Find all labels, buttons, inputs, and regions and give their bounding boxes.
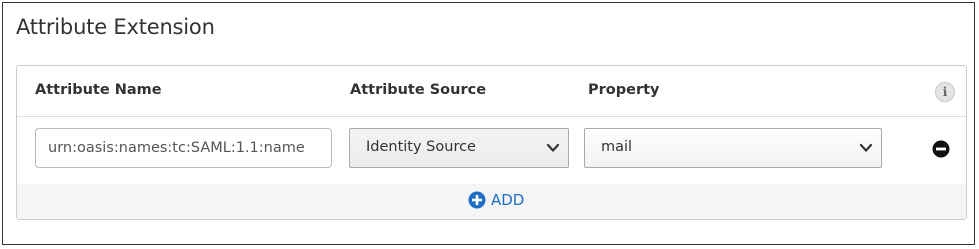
chevron-down-icon	[546, 143, 560, 152]
attribute-name-input[interactable]	[35, 128, 332, 168]
section-title: Attribute Extension	[16, 15, 215, 39]
chevron-down-icon	[859, 143, 873, 152]
attribute-extension-panel: Attribute Extension Attribute Name Attri…	[2, 2, 975, 245]
table-row: Identity Source mail	[17, 116, 966, 185]
attribute-table: Attribute Name Attribute Source Property…	[16, 65, 967, 220]
header-attribute-source: Attribute Source	[350, 82, 487, 98]
add-label: ADD	[491, 191, 525, 209]
add-button[interactable]: ADD	[468, 191, 524, 209]
attribute-source-select[interactable]: Identity Source	[349, 128, 569, 168]
header-attribute-name: Attribute Name	[35, 82, 162, 98]
attribute-source-value: Identity Source	[366, 139, 476, 155]
property-select[interactable]: mail	[584, 128, 882, 168]
table-header-row: Attribute Name Attribute Source Property…	[17, 66, 966, 117]
minus-circle-icon[interactable]	[932, 140, 950, 158]
property-value: mail	[601, 139, 633, 155]
header-property: Property	[588, 82, 660, 98]
info-icon[interactable]: i	[935, 82, 955, 102]
plus-circle-icon	[468, 191, 486, 209]
add-row: ADD	[17, 184, 966, 219]
